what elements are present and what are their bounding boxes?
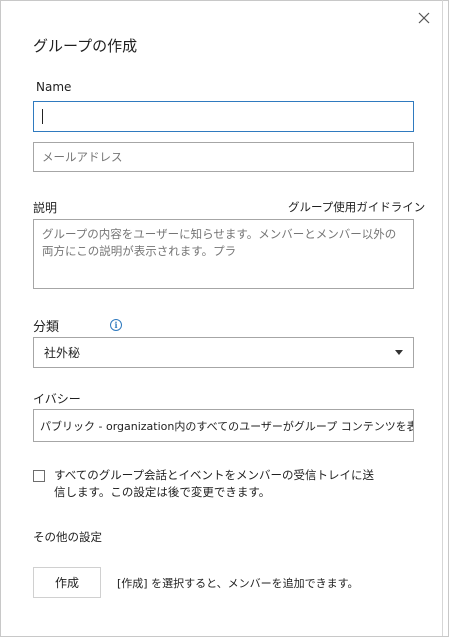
create-button[interactable]: 作成 [33,567,101,598]
email-field[interactable] [33,142,414,172]
info-icon[interactable]: i [110,319,122,331]
name-label: Name [36,80,72,94]
classification-label: 分類 [33,320,60,335]
privacy-label: イバシー [33,392,81,406]
dialog-title: グループの作成 [33,37,138,55]
dialog-divider [442,0,443,636]
privacy-value: パブリック - organization内のすべてのユーザーがグループ コンテン… [40,419,413,433]
close-icon [418,12,430,24]
chevron-down-icon [395,350,403,355]
text-caret [42,109,43,124]
more-settings-link[interactable]: その他の設定 [33,529,102,545]
subscribe-checkbox[interactable] [33,470,45,482]
privacy-select[interactable]: パブリック - organization内のすべてのユーザーがグループ コンテン… [33,409,414,442]
create-hint: [作成] を選択すると、メンバーを追加できます。 [117,577,359,590]
subscribe-label: すべてのグループ会話とイベントをメンバーの受信トレイに送信します。この設定は後で… [54,468,375,499]
name-input[interactable] [33,101,414,132]
group-guidelines-link[interactable]: グループ使用ガイドライン [288,199,425,215]
classification-select[interactable]: 社外秘 [33,337,414,368]
close-button[interactable] [414,8,434,28]
description-textarea[interactable] [33,219,414,289]
classification-value: 社外秘 [44,346,81,360]
description-label: 説明 [33,201,58,215]
